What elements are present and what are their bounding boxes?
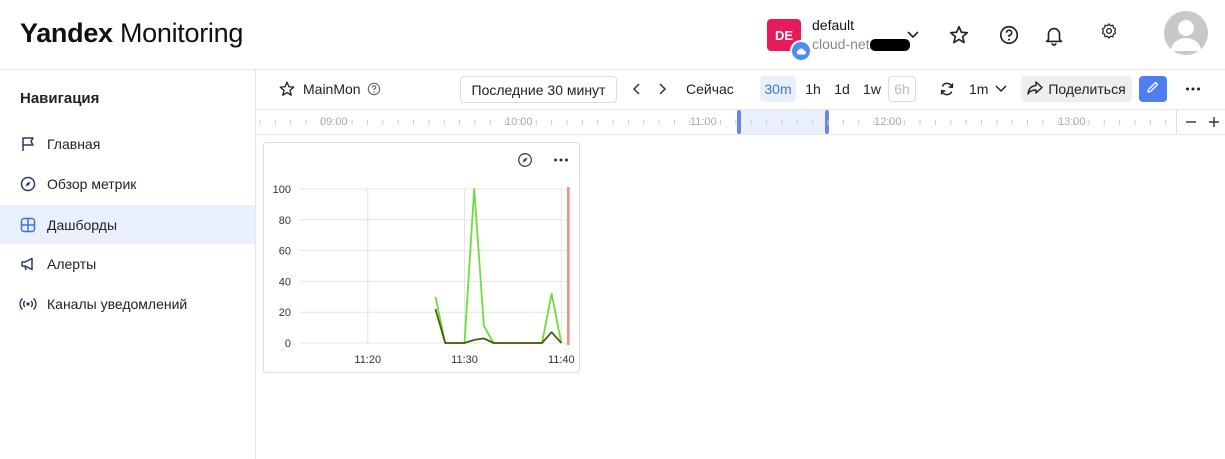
timeline-label: 12:00 [874,116,902,128]
flag-icon [19,135,37,153]
star-icon[interactable] [945,21,973,49]
share-icon [1027,80,1044,98]
account-cloud[interactable]: cloud-net [812,36,910,52]
y-tick-label: 100 [273,184,291,196]
range-1d[interactable]: 1d [829,76,855,102]
bell-icon[interactable] [1040,21,1068,49]
sidebar-item-home[interactable]: Главная [0,124,255,163]
sidebar-item-label: Каналы уведомлений [47,295,188,312]
series-line-1 [434,188,563,344]
y-tick-label: 20 [279,307,291,319]
app-logo[interactable]: Yandex Monitoring [20,18,243,49]
share-button[interactable]: Поделиться [1021,76,1132,102]
user-avatar[interactable] [1164,11,1208,55]
sidebar-item-label: Обзор метрик [47,175,137,192]
y-tick-label: 60 [279,246,291,258]
range-1h[interactable]: 1h [800,76,826,102]
megaphone-icon [19,255,37,273]
edit-button[interactable] [1139,76,1167,102]
line-chart: 100 80 60 40 20 0 11:20 11:30 11:40 [273,184,575,366]
chart-panel: 100 80 60 40 20 0 11:20 11:30 11:40 [263,142,580,373]
now-button[interactable]: Сейчас [686,81,734,97]
dashboard-icon [19,216,37,234]
dashboard-title: MainMon [303,81,361,97]
x-tick-label: 11:30 [451,354,478,366]
zoom-in-icon[interactable] [1206,110,1222,134]
broadcast-icon [19,295,37,313]
y-tick-label: 80 [279,215,291,227]
y-tick-label: 40 [279,276,291,288]
zoom-out-icon[interactable] [1183,110,1199,134]
sidebar-item-alerts[interactable]: Алерты [0,244,255,283]
sidebar-item-metrics[interactable]: Обзор метрик [0,164,255,203]
account-name[interactable]: default [812,17,854,33]
time-range-label: Последние 30 минут [471,81,606,98]
timeline-ruler[interactable]: 09:00 10:00 11:00 12:00 13:00 [256,109,1225,135]
time-range-selector[interactable]: Последние 30 минут [460,76,617,103]
favorite-star-icon[interactable] [273,75,301,103]
refresh-interval[interactable]: 1m [969,81,988,97]
timeline-label: 13:00 [1058,116,1086,128]
timeline-label: 11:00 [690,116,717,128]
chevron-left-icon[interactable] [623,75,651,103]
sidebar-item-label: Алерты [47,255,97,272]
cloud-icon [790,40,812,62]
interval-chevron-down-icon[interactable] [987,75,1015,103]
sidebar-item-notification-channels[interactable]: Каналы уведомлений [0,284,255,323]
x-tick-label: 11:20 [354,354,381,366]
timeline-divider [1176,110,1177,134]
timeline-label: 10:00 [505,116,533,128]
sidebar-item-label: Главная [47,135,101,152]
compass-icon [19,175,37,193]
sidebar-item-label: Дашборды [47,216,117,233]
sidebar-item-dashboards[interactable]: Дашборды [0,205,255,244]
help-icon[interactable] [995,21,1023,49]
gear-icon[interactable] [1095,17,1123,45]
chevron-down-icon[interactable] [899,21,927,49]
chevron-right-icon[interactable] [648,75,676,103]
info-icon[interactable] [360,75,388,103]
range-30m[interactable]: 30m [760,76,796,102]
account-cloud-name: cloud-net [812,36,870,52]
y-tick-label: 0 [285,338,291,350]
range-6h: 6h [888,76,916,102]
share-label: Поделиться [1048,81,1126,97]
nav-title: Навигация [20,90,100,107]
refresh-icon[interactable] [933,75,961,103]
x-tick-label: 11:40 [548,354,575,366]
logo-bold: Yandex [20,18,113,48]
more-icon[interactable] [1179,75,1207,103]
timeline-label: 09:00 [320,116,348,128]
pencil-icon [1146,80,1160,99]
range-1w[interactable]: 1w [858,76,886,102]
logo-light: Monitoring [119,18,244,48]
